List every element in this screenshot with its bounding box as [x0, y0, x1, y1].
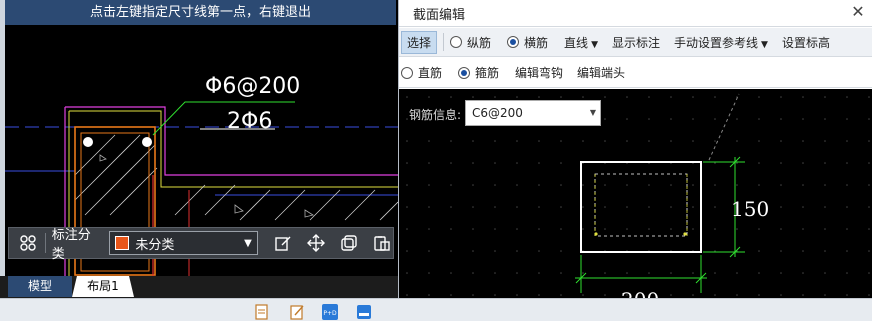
manual-reference-line-dropdown[interactable]: 手动设置参考线 ▼ [674, 34, 768, 51]
close-icon[interactable]: ✕ [849, 2, 867, 21]
radio-transverse[interactable]: 横筋 [507, 34, 548, 51]
line-dropdown[interactable]: 直线 ▼ [564, 34, 598, 51]
panel-titlebar: 截面编辑 ✕ [399, 0, 872, 27]
radio-longitudinal-label: 纵筋 [467, 35, 492, 50]
dimension-width[interactable]: 200 [621, 288, 659, 298]
toolbar-divider [443, 33, 445, 51]
copy-icon[interactable] [338, 232, 360, 254]
chevron-down-icon: ▼ [591, 39, 598, 50]
edit-document-icon[interactable] [289, 304, 305, 320]
category-value: 未分类 [135, 237, 175, 253]
radio-longitudinal[interactable]: 纵筋 [450, 34, 491, 51]
command-prompt: 点击左键指定尺寸线第一点，右键退出 [5, 0, 396, 25]
rebar-info-select[interactable]: C6@200 ▼ [465, 100, 601, 126]
status-bar: P+D [0, 298, 872, 321]
move-icon[interactable] [305, 232, 327, 254]
bar-note-primary[interactable]: Φ6@200 [205, 74, 300, 99]
sheet-tab-strip: 模型 布局1 [0, 276, 398, 298]
annotation-tools [272, 232, 393, 254]
radio-circle-selected [507, 36, 520, 48]
radio-hoop[interactable]: 箍筋 [458, 64, 499, 81]
editor-toolbar-primary: 选择 纵筋 横筋 直线 ▼ 显示标注 手动设置参考线 ▼ 设置标高 [399, 28, 872, 57]
edit-icon[interactable] [272, 232, 294, 254]
section-editor-panel: 截面编辑 ✕ 选择 纵筋 横筋 直线 ▼ 显示标注 手动设置参考线 ▼ 设置标高 直… [398, 0, 872, 298]
manual-reference-line-label: 手动设置参考线 [674, 35, 759, 50]
edit-end-button[interactable]: 编辑端头 [577, 64, 625, 81]
tab-model[interactable]: 模型 [8, 276, 72, 297]
pdf-compare-icon[interactable]: P+D [322, 304, 338, 320]
panel-title: 截面编辑 [413, 8, 466, 23]
set-elevation-button[interactable]: 设置标高 [782, 34, 830, 51]
section-canvas[interactable]: 150 200 钢筋信息: C6@200 ▼ [399, 89, 872, 298]
category-color-swatch [115, 236, 130, 250]
radio-hoop-label: 箍筋 [475, 66, 500, 80]
show-annotation-button[interactable]: 显示标注 [612, 34, 660, 51]
chevron-down-icon: ▼ [589, 108, 596, 117]
app-root: 点击左键指定尺寸线第一点，右键退出 Φ6@200 2Φ6 标注分类 未分类 ▼ … [0, 0, 872, 321]
paste-icon[interactable] [371, 232, 393, 254]
cad-viewport[interactable]: 点击左键指定尺寸线第一点，右键退出 Φ6@200 2Φ6 标注分类 未分类 ▼ … [0, 0, 398, 298]
category-select[interactable]: 未分类 ▼ [109, 231, 258, 255]
document-icon[interactable] [254, 304, 270, 320]
line-dropdown-label: 直线 [564, 35, 589, 50]
svg-text:P+D: P+D [323, 310, 337, 317]
select-button[interactable]: 选择 [401, 30, 438, 54]
radio-circle [401, 66, 413, 79]
tab-layout1[interactable]: 布局1 [72, 276, 134, 297]
grid-view-icon[interactable] [17, 232, 39, 254]
chevron-down-icon: ▼ [761, 39, 768, 50]
edit-bend-button[interactable]: 编辑弯钩 [515, 64, 563, 81]
radio-transverse-label: 横筋 [524, 35, 549, 50]
radio-straight-label: 直筋 [418, 66, 443, 80]
rebar-info-label: 钢筋信息: [409, 108, 462, 122]
chevron-down-icon: ▼ [244, 237, 252, 249]
editor-toolbar-secondary: 直筋 箍筋 编辑弯钩 编辑端头 [399, 58, 872, 88]
rebar-info-value: C6@200 [472, 106, 523, 120]
radio-circle [450, 36, 463, 48]
category-label: 标注分类 [51, 228, 91, 262]
window-icon[interactable] [356, 304, 372, 320]
radio-circle-selected [458, 66, 471, 79]
bar-note-secondary[interactable]: 2Φ6 [227, 109, 272, 134]
toolbar-divider [44, 233, 46, 253]
annotation-toolbar: 标注分类 未分类 ▼ [8, 227, 394, 262]
dimension-height[interactable]: 150 [731, 197, 769, 221]
radio-straight[interactable]: 直筋 [401, 64, 442, 81]
